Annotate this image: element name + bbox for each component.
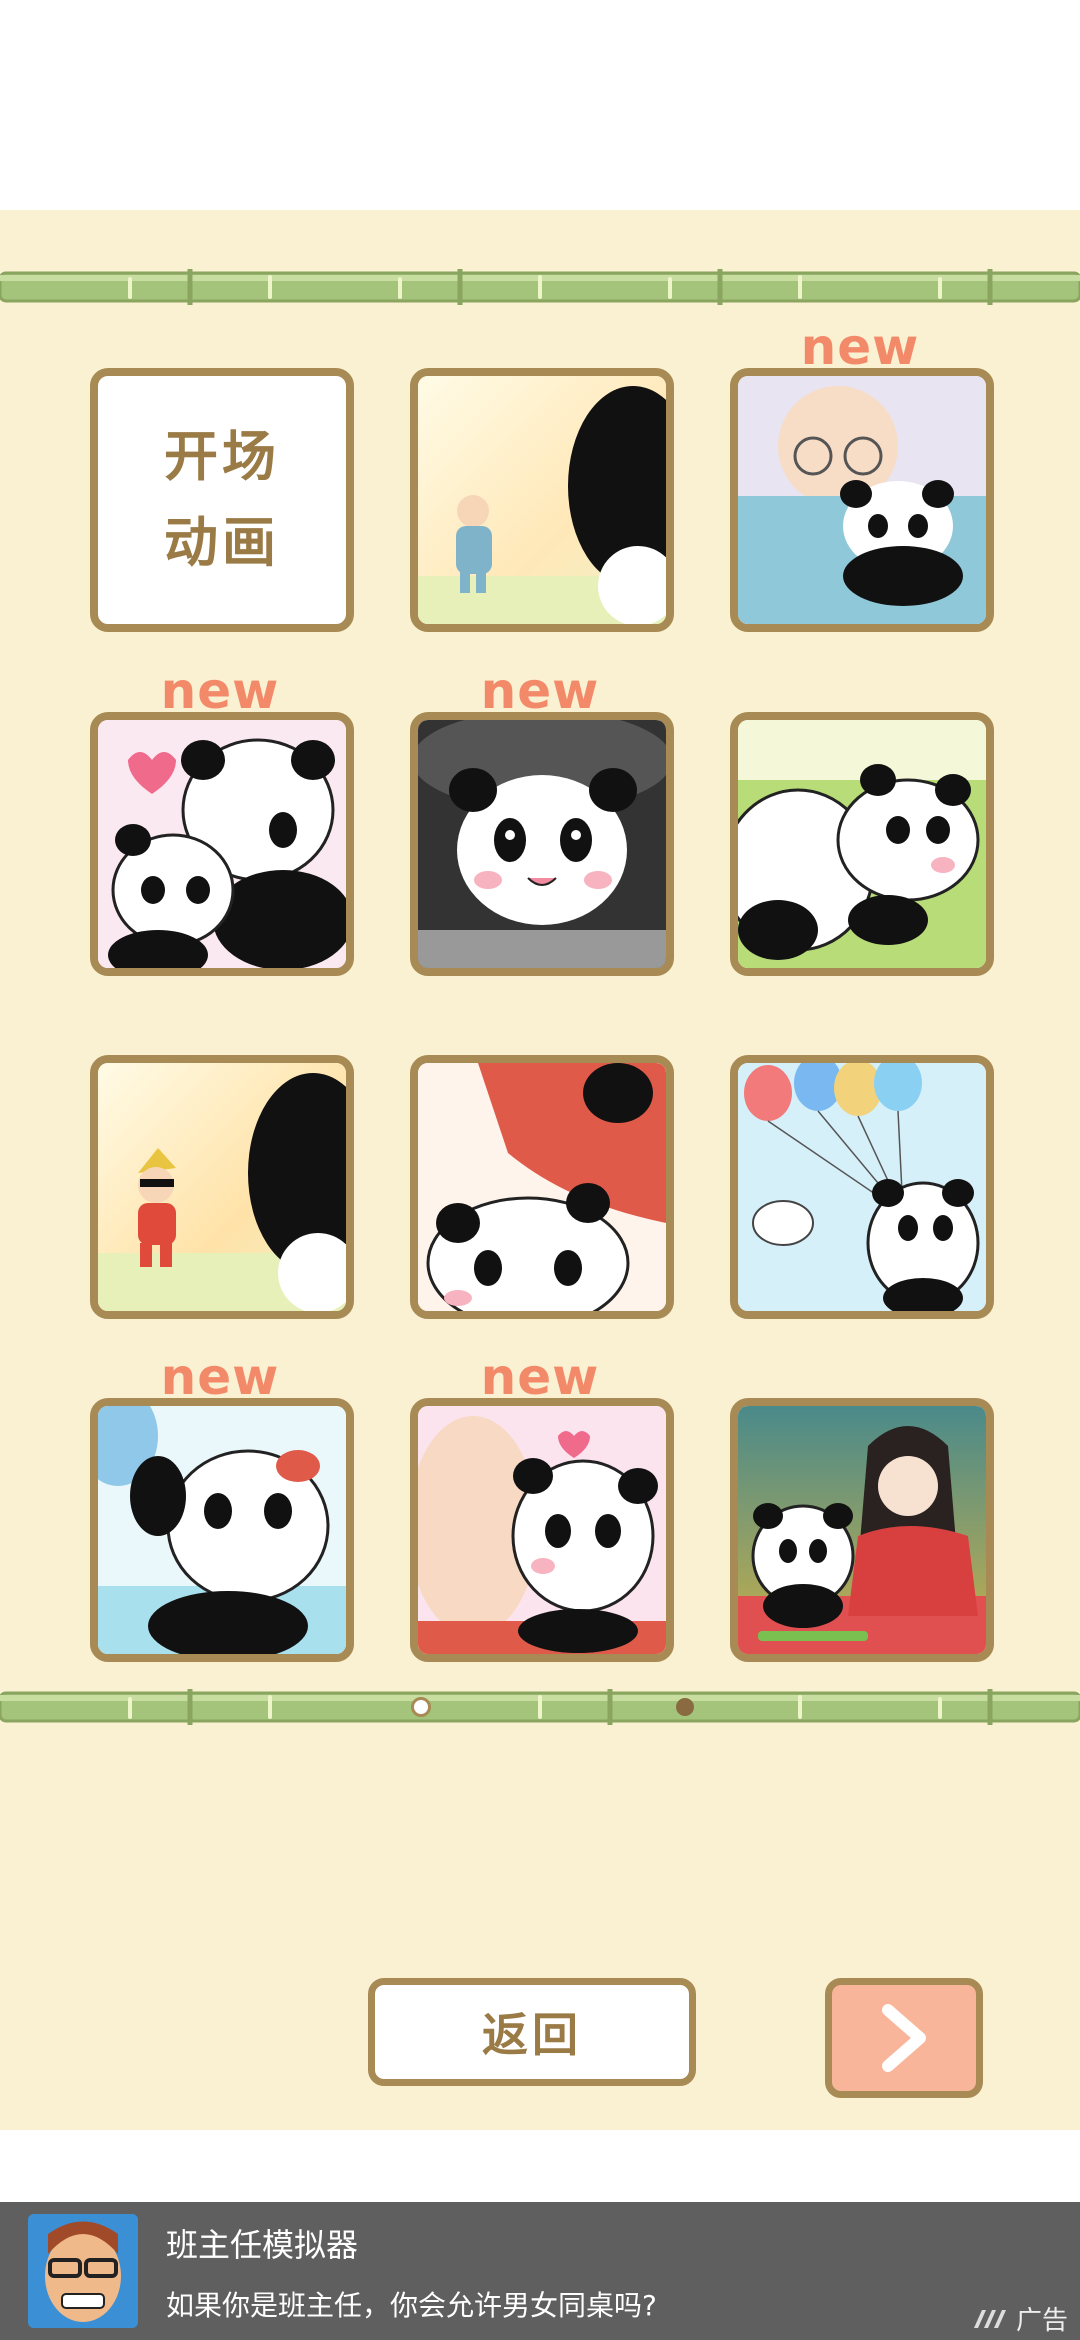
panda-red-jacket-illustration — [418, 1063, 666, 1311]
gallery-tile-panda-kimono-girl[interactable] — [730, 1398, 994, 1662]
chevron-right-icon — [882, 2004, 926, 2072]
gallery-tile-panda-red-jacket[interactable] — [410, 1055, 674, 1319]
bamboo-rail-bottom — [0, 1689, 1080, 1725]
gallery-tile-opening-animation[interactable]: 开场 动画 — [90, 368, 354, 632]
ad-text: 如果你是班主任，你会允许男女同桌吗? — [166, 2289, 657, 2322]
gallery-tile-panda-sweating-leaf[interactable] — [90, 1398, 354, 1662]
ad-banner[interactable]: 班主任模拟器 如果你是班主任，你会允许男女同桌吗? 广告 — [0, 2202, 1080, 2340]
old-man-hugging-panda-illustration — [738, 376, 986, 624]
ad-thumbnail — [28, 2214, 138, 2328]
panda-in-car-illustration — [418, 720, 666, 968]
guy-sunglasses-waving-illustration — [98, 1063, 346, 1311]
gallery-tile-panda-in-car[interactable] — [410, 712, 674, 976]
back-button[interactable]: 返回 — [368, 1978, 696, 2086]
bamboo-rail-top — [0, 269, 1080, 305]
panda-mother-baby-illustration — [98, 720, 346, 968]
gallery-tile-panda-mother-baby[interactable] — [90, 712, 354, 976]
gallery-tile-old-man-waving[interactable] — [410, 368, 674, 632]
panda-sweating-leaf-illustration — [98, 1406, 346, 1654]
panda-kiss-illustration — [418, 1406, 666, 1654]
ad-title: 班主任模拟器 — [166, 2226, 359, 2264]
old-man-waving-illustration — [418, 376, 666, 624]
gallery-tile-panda-lying-grass[interactable] — [730, 712, 994, 976]
ad-tag-label: 广告 — [1015, 2306, 1068, 2336]
ad-tag: 广告 — [972, 2300, 1068, 2337]
gallery-tile-panda-kiss[interactable] — [410, 1398, 674, 1662]
page-dot-1-active[interactable] — [411, 1697, 431, 1717]
panda-balloons-bird-illustration — [738, 1063, 986, 1311]
gallery-tile-old-man-hugging-panda[interactable] — [730, 368, 994, 632]
panda-lying-grass-illustration — [738, 720, 986, 968]
panda-kimono-girl-illustration — [738, 1406, 986, 1654]
gallery-tile-panda-balloons-bird[interactable] — [730, 1055, 994, 1319]
opening-animation-label: 开场 动画 — [164, 425, 280, 574]
gallery-tile-guy-sunglasses-waving[interactable] — [90, 1055, 354, 1319]
next-page-button[interactable] — [825, 1978, 983, 2098]
page-dot-2[interactable] — [676, 1698, 694, 1716]
game-screen: 开场 动画 new new new new new 返回 — [0, 210, 1080, 2130]
ad-network-icon — [973, 2309, 1006, 2328]
